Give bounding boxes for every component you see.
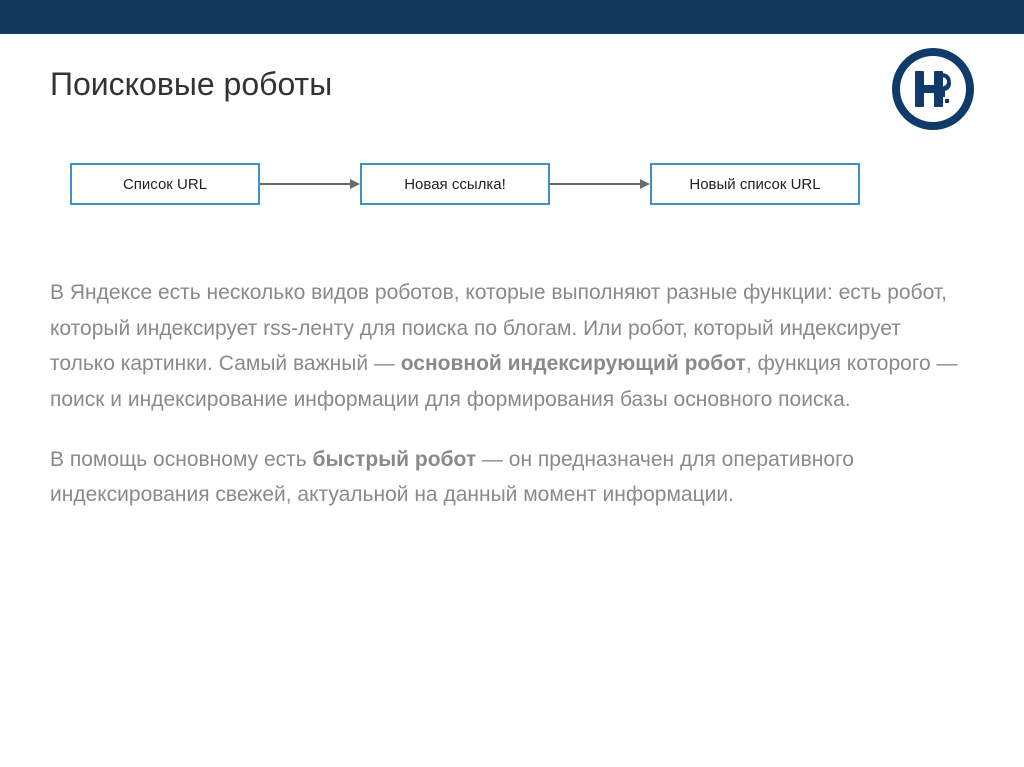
hse-logo [892,48,974,130]
bold-run: быстрый робот [313,448,477,471]
bold-run: основной индексирующий робот [401,352,746,375]
text-run: В помощь основному есть [50,448,313,471]
body-text: В Яндексе есть несколько видов роботов, … [50,275,960,513]
top-bar [0,0,1024,34]
arrow-icon [550,179,650,189]
slide-content: Поисковые роботы Список URL Новая ссылка… [0,34,1024,513]
arrow-icon [260,179,360,189]
slide-title: Поисковые роботы [50,66,974,103]
diagram-node-url-list: Список URL [70,163,260,205]
diagram-node-new-link: Новая ссылка! [360,163,550,205]
diagram-node-new-url-list: Новый список URL [650,163,860,205]
paragraph-1: В Яндексе есть несколько видов роботов, … [50,275,960,418]
logo-icon [907,63,959,115]
paragraph-2: В помощь основному есть быстрый робот — … [50,442,960,513]
flow-diagram: Список URL Новая ссылка! Новый список UR… [70,163,974,205]
